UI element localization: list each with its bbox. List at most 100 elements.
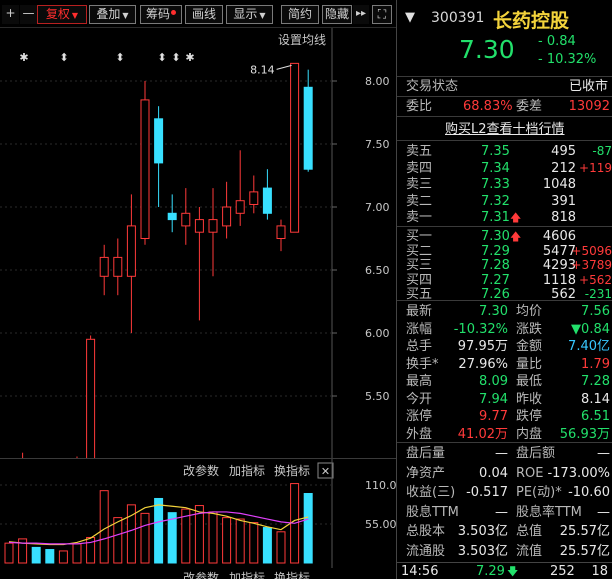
candle-body[interactable] — [99, 256, 109, 277]
stat-value: — — [495, 504, 508, 520]
vol-close-icon[interactable]: ✕ — [321, 465, 330, 478]
stat-label: 盘后额 — [516, 446, 556, 461]
candle-body[interactable] — [167, 212, 177, 221]
bottom-tab-gaicanshu[interactable]: 改参数 — [183, 569, 219, 579]
jianyue-button[interactable]: 简约 — [281, 5, 319, 24]
candle-body[interactable] — [154, 118, 164, 164]
candle-body[interactable] — [276, 225, 286, 239]
candle-body[interactable] — [290, 62, 300, 233]
volume-bar[interactable] — [276, 531, 286, 564]
volume-bar[interactable] — [58, 550, 68, 564]
high-marker-label: 8.14 — [250, 63, 275, 76]
stat-value: — — [495, 446, 508, 461]
huaxian-button[interactable]: 画线 — [185, 5, 223, 24]
sell-price[interactable]: 7.34 — [481, 160, 510, 177]
volume-bar[interactable] — [249, 522, 259, 564]
stat-label: 昨收 — [516, 391, 543, 407]
sell-volume: 391 — [551, 193, 576, 209]
candle-body[interactable] — [249, 191, 259, 205]
volume-bar[interactable] — [235, 518, 245, 564]
stat-value: 97.95万 — [457, 339, 508, 354]
volume-bar[interactable] — [72, 543, 82, 564]
more-tools-icon[interactable]: ▸▸ — [353, 5, 369, 24]
sell-label: 卖二 — [406, 193, 433, 209]
volume-bar[interactable] — [222, 517, 232, 564]
sell-label: 卖三 — [406, 177, 433, 192]
volume-bar[interactable] — [31, 546, 41, 564]
stat-value: 7.28 — [581, 374, 610, 389]
sell-price[interactable]: 7.35 — [481, 143, 510, 160]
stat-value: 1.79 — [581, 356, 610, 372]
volume-bar[interactable] — [4, 542, 14, 564]
candle-body[interactable] — [262, 187, 272, 214]
event-marker[interactable]: ⬍ — [59, 51, 68, 64]
candle-body[interactable] — [86, 338, 96, 458]
price-tick-label: 8.00 — [365, 75, 390, 88]
sell-price[interactable]: 7.32 — [481, 193, 510, 210]
event-marker[interactable]: ✱ — [19, 51, 28, 64]
candle-body[interactable] — [126, 225, 136, 277]
volume-bar[interactable] — [140, 512, 150, 564]
volume-bar[interactable] — [113, 517, 123, 564]
price-tick-label: 5.50 — [365, 390, 390, 403]
volume-bar[interactable] — [262, 527, 272, 564]
event-marker[interactable]: ✱ — [185, 51, 194, 64]
candle-body[interactable] — [113, 256, 123, 277]
sell-price[interactable]: 7.31 — [481, 209, 510, 226]
bottom-tab-jiazhibiao[interactable]: 加指标 — [229, 569, 265, 579]
event-marker[interactable]: ⬍ — [157, 51, 166, 64]
candle-body[interactable] — [222, 206, 232, 227]
sell-volume: 212 — [551, 160, 576, 176]
xianshi-dropdown[interactable]: 显示 ▼ — [226, 5, 273, 24]
zoom-out-button[interactable]: — — [20, 5, 37, 24]
stat-label: 最低 — [516, 374, 543, 389]
candle-body[interactable] — [194, 219, 204, 233]
sell-volume: 818 — [551, 210, 576, 225]
caret-down-icon: ▼ — [71, 11, 79, 20]
caret-down-icon: ▼ — [122, 11, 129, 20]
event-marker[interactable]: ⬍ — [171, 51, 180, 64]
stat-label: 流通股 — [406, 543, 446, 559]
volume-bar[interactable] — [45, 549, 55, 564]
vol-tab-huanzhibiao[interactable]: 换指标 — [274, 463, 310, 478]
candle-body[interactable] — [208, 219, 218, 233]
vol-tab-gaicanshu[interactable]: 改参数 — [183, 463, 219, 478]
yincang-button[interactable]: 隐藏 — [322, 5, 352, 24]
caret-down-icon: ▼ — [259, 11, 266, 20]
candle-body[interactable] — [140, 99, 150, 240]
vol-tick-label: 55.00 — [365, 518, 396, 531]
stat-label: 换手* — [406, 356, 439, 372]
tick-price: 7.29 — [476, 564, 505, 579]
stat-label: 总值 — [516, 524, 543, 539]
set-ma-link[interactable]: 设置均线 — [278, 33, 326, 47]
stat-value: 25.57亿 — [559, 524, 610, 539]
chouma-button[interactable]: 筹码 — [140, 5, 182, 24]
candlestick-chart[interactable]: 设置均线 8.00 7.50 7.00 6.50 6.00 5.50 ✱ ⬍ ⬍ ⬍ ⬍ ✱ 8.1… — [0, 28, 396, 458]
volume-chart[interactable]: 改参数 加指标 换指标 ✕ 110.00 55.00 — [0, 458, 396, 568]
diejia-dropdown[interactable]: 叠加 ▼ — [89, 5, 136, 24]
zoom-in-button[interactable]: + — [2, 5, 19, 24]
candle-body[interactable] — [303, 86, 313, 170]
stat-label: 涨停 — [406, 409, 433, 424]
candle-body[interactable] — [235, 200, 245, 214]
tick-down-arrow-icon: 🡇 — [507, 565, 519, 578]
sell-price[interactable]: 7.33 — [481, 176, 510, 193]
scroll-down-icon[interactable]: ▼ — [405, 10, 415, 25]
stat-label: 涨幅 — [406, 321, 433, 337]
vol-tab-jiazhibiao[interactable]: 加指标 — [229, 463, 265, 478]
status-label: 交易状态 — [406, 79, 459, 94]
stat-value: 8.14 — [581, 391, 610, 407]
buy-l2-link[interactable]: 购买L2查看十档行情 — [445, 121, 565, 138]
stat-value: 56.93万 — [559, 426, 610, 442]
stat-value: 27.96% — [458, 356, 508, 372]
volume-bar[interactable] — [154, 497, 164, 564]
tick-row: 14:56 7.29 🡇 252 18 — [396, 562, 612, 579]
expand-icon[interactable]: ⛶ — [372, 5, 392, 24]
stat-value: 7.94 — [479, 391, 508, 407]
event-marker[interactable]: ⬍ — [115, 51, 124, 64]
fuquan-dropdown[interactable]: 复权 ▼ — [37, 5, 87, 24]
volume-bar[interactable] — [303, 493, 313, 564]
volume-bar[interactable] — [208, 511, 218, 564]
candle-body[interactable] — [181, 212, 191, 227]
bottom-tab-huanzhibiao[interactable]: 换指标 — [274, 569, 310, 579]
